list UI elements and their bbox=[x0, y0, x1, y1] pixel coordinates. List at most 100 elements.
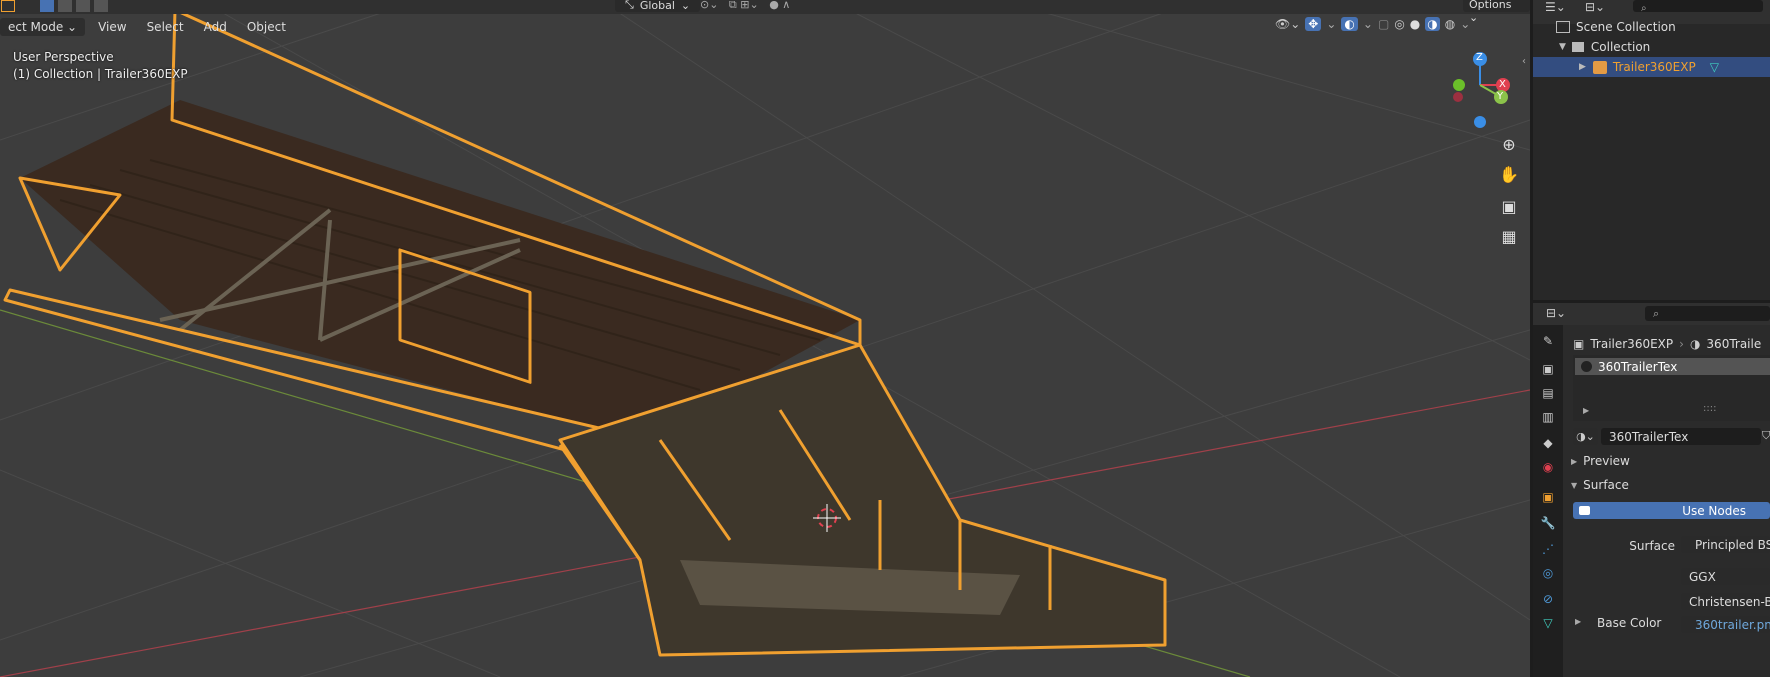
material-shading-icon[interactable]: ◑ bbox=[1425, 17, 1440, 31]
viewport-scene[interactable] bbox=[0, 0, 1530, 677]
viewport-header: ect Mode ⌄ View Select Add Object bbox=[0, 14, 293, 40]
expand-arrow-icon[interactable]: ▶ bbox=[1579, 62, 1586, 72]
outliner-row-scene-collection[interactable]: Scene Collection bbox=[1533, 17, 1770, 37]
wireframe-shading-icon[interactable]: ◎ bbox=[1394, 17, 1404, 31]
physics-tab-icon[interactable]: ◎ bbox=[1538, 563, 1558, 583]
use-nodes-label: Use Nodes bbox=[1682, 503, 1746, 518]
menu-view[interactable]: View bbox=[91, 18, 133, 36]
menu-object[interactable]: Object bbox=[240, 18, 293, 36]
render-tab-icon[interactable]: ▣ bbox=[1538, 359, 1558, 379]
data-tab-icon[interactable]: ▽ bbox=[1538, 613, 1558, 633]
properties-editor[interactable]: ⊟⌄ ⌕ ✎ ▣ ▤ ▥ ◆ ◉ ▣ 🔧 ⋰ ◎ ⊘ ▽ ▣ Trailer36… bbox=[1533, 303, 1770, 677]
visibility-icon[interactable]: 👁⌄ bbox=[1275, 17, 1300, 31]
orientation-value: Global bbox=[639, 0, 675, 12]
subsurface-method-value: Christensen-Burle bbox=[1689, 594, 1770, 609]
breadcrumb-object: Trailer360EXP bbox=[1590, 337, 1674, 351]
editor-type-icon[interactable]: ☰⌄ bbox=[1545, 0, 1566, 14]
world-tab-icon[interactable]: ◉ bbox=[1538, 457, 1558, 477]
fake-user-shield-icon[interactable]: ⛉ bbox=[1762, 429, 1770, 443]
selection-mode-icons[interactable] bbox=[40, 0, 120, 12]
overlay-toggle-icon[interactable]: ◐ bbox=[1341, 17, 1358, 31]
gizmo-label-z[interactable]: Z bbox=[1476, 52, 1483, 63]
select-box-icon[interactable] bbox=[1, 0, 15, 12]
surface-panel-label: Surface bbox=[1583, 478, 1629, 492]
menu-add[interactable]: Add bbox=[197, 18, 234, 36]
properties-tabs: ✎ ▣ ▤ ▥ ◆ ◉ ▣ 🔧 ⋰ ◎ ⊘ ▽ bbox=[1533, 325, 1563, 677]
base-color-field[interactable]: 360trailer.png bbox=[1681, 616, 1770, 633]
scene-tab-icon[interactable]: ◆ bbox=[1538, 433, 1558, 453]
distribution-dropdown[interactable]: GGX bbox=[1681, 568, 1770, 585]
collection-icon bbox=[1571, 42, 1584, 52]
outliner-panel[interactable]: ☰⌄ ⊟⌄ ⌕ Scene Collection ▼ Collection ▶ … bbox=[1533, 0, 1770, 300]
expand-arrow-icon[interactable]: ▶ bbox=[1583, 406, 1589, 415]
surface-panel-header[interactable]: ▼ Surface bbox=[1571, 478, 1629, 492]
transform-orientation-dropdown[interactable]: ⤡ Global ⌄ bbox=[615, 0, 701, 12]
preview-panel-header[interactable]: ▶ Preview bbox=[1571, 454, 1630, 468]
breadcrumb-material: 360Traile bbox=[1706, 337, 1762, 351]
menu-select[interactable]: Select bbox=[140, 18, 191, 36]
xray-icon[interactable]: ▢ bbox=[1378, 17, 1389, 31]
gizmo-label-x[interactable]: X bbox=[1499, 79, 1506, 90]
surface-field-label: Surface bbox=[1629, 539, 1675, 553]
collection-label: Collection bbox=[1590, 40, 1651, 54]
tool-settings-bar: ⤡ Global ⌄ ⊙⌄ ⧉ ⊞⌄ ● ∧ Options ⌄ bbox=[0, 0, 1530, 24]
chevron-down-icon[interactable]: ⌄ bbox=[1363, 17, 1373, 31]
use-nodes-button[interactable]: Use Nodes bbox=[1573, 502, 1770, 519]
properties-search-input[interactable]: ⌕ bbox=[1645, 306, 1770, 321]
gizmo-label-y[interactable]: Y bbox=[1497, 91, 1503, 102]
chevron-down-icon[interactable]: ⌄ bbox=[1460, 17, 1470, 31]
solid-shading-icon[interactable]: ● bbox=[1410, 17, 1420, 31]
display-mode-icon[interactable]: ⊟⌄ bbox=[1585, 0, 1605, 14]
preview-panel-label: Preview bbox=[1583, 454, 1630, 468]
perspective-label: User Perspective bbox=[13, 50, 114, 64]
constraints-tab-icon[interactable]: ⊘ bbox=[1538, 589, 1558, 609]
active-collection-label: (1) Collection | Trailer360EXP bbox=[13, 67, 188, 81]
pivot-snap-icons[interactable]: ⊙⌄ ⧉ ⊞⌄ ● ∧ bbox=[700, 0, 790, 12]
collapse-arrow-icon[interactable]: ‹ bbox=[1522, 56, 1526, 67]
grid-view-icon[interactable]: ▦ bbox=[1496, 223, 1522, 249]
options-label: Options bbox=[1469, 0, 1512, 11]
outliner-search-input[interactable]: ⌕ bbox=[1633, 0, 1763, 14]
distribution-value: GGX bbox=[1689, 569, 1716, 584]
interaction-mode-dropdown[interactable]: ect Mode ⌄ bbox=[0, 18, 86, 36]
scene-collection-icon bbox=[1556, 21, 1570, 33]
particles-tab-icon[interactable]: ⋰ bbox=[1538, 539, 1558, 559]
node-tree-icon bbox=[1579, 506, 1590, 515]
resize-handle-icon[interactable]: :::: bbox=[1703, 403, 1716, 414]
outliner-row-object[interactable]: ▶ Trailer360EXP ▽ bbox=[1533, 57, 1770, 77]
expand-arrow-icon: ▶ bbox=[1571, 456, 1578, 466]
chevron-down-icon[interactable]: ⌄ bbox=[1326, 17, 1336, 31]
modifier-tab-icon[interactable]: 🔧 bbox=[1538, 513, 1558, 533]
material-slot-list[interactable]: 360TrailerTex ▶ :::: bbox=[1573, 355, 1770, 421]
zoom-icon[interactable]: ⊕ bbox=[1496, 131, 1522, 157]
object-icon: ▣ bbox=[1573, 337, 1585, 351]
viewport-shading-controls: 👁⌄ ✥ ⌄ ◐ ⌄ ▢ ◎ ● ◑ ◍ ⌄ bbox=[1275, 17, 1470, 31]
gizmo-toggle-icon[interactable]: ✥ bbox=[1305, 17, 1322, 31]
expand-arrow-icon[interactable]: ▶ bbox=[1575, 617, 1581, 626]
rendered-shading-icon[interactable]: ◍ bbox=[1445, 17, 1455, 31]
mode-label: ect Mode bbox=[8, 20, 64, 34]
surface-shader-value: Principled BSD bbox=[1695, 537, 1770, 552]
material-slot-row[interactable]: 360TrailerTex bbox=[1575, 358, 1770, 375]
trailer-model bbox=[3, 8, 1167, 657]
output-tab-icon[interactable]: ▤ bbox=[1538, 383, 1558, 403]
pan-hand-icon[interactable]: ✋ bbox=[1496, 161, 1522, 187]
tool-tab-icon[interactable]: ✎ bbox=[1538, 331, 1558, 351]
navigation-gizmo bbox=[1453, 52, 1510, 128]
editor-type-icon[interactable]: ⊟⌄ bbox=[1546, 306, 1566, 320]
subsurface-method-dropdown[interactable]: Christensen-Burle bbox=[1681, 593, 1770, 610]
outliner-row-collection[interactable]: ▼ Collection bbox=[1533, 37, 1770, 57]
object-label: Trailer360EXP bbox=[1612, 60, 1696, 74]
material-browse-button[interactable]: ◑⌄ bbox=[1573, 428, 1598, 445]
surface-shader-field[interactable]: Principled BSD bbox=[1681, 536, 1770, 553]
object-tab-icon[interactable]: ▣ bbox=[1538, 487, 1558, 507]
view-layer-tab-icon[interactable]: ▥ bbox=[1538, 407, 1558, 427]
expand-arrow-icon[interactable]: ▼ bbox=[1559, 42, 1566, 52]
mesh-data-icon[interactable]: ▽ bbox=[1710, 60, 1719, 74]
material-name-field[interactable]: 360TrailerTex bbox=[1601, 428, 1761, 445]
scene-collection-label: Scene Collection bbox=[1576, 20, 1676, 34]
camera-icon[interactable]: ▣ bbox=[1496, 193, 1522, 219]
3d-viewport[interactable]: Z X Y ⊕ ✋ ▣ ▦ User Perspective (1) Colle… bbox=[0, 0, 1530, 677]
options-dropdown[interactable]: Options ⌄ bbox=[1463, 0, 1530, 24]
orientation-icon: ⤡ bbox=[625, 0, 634, 11]
